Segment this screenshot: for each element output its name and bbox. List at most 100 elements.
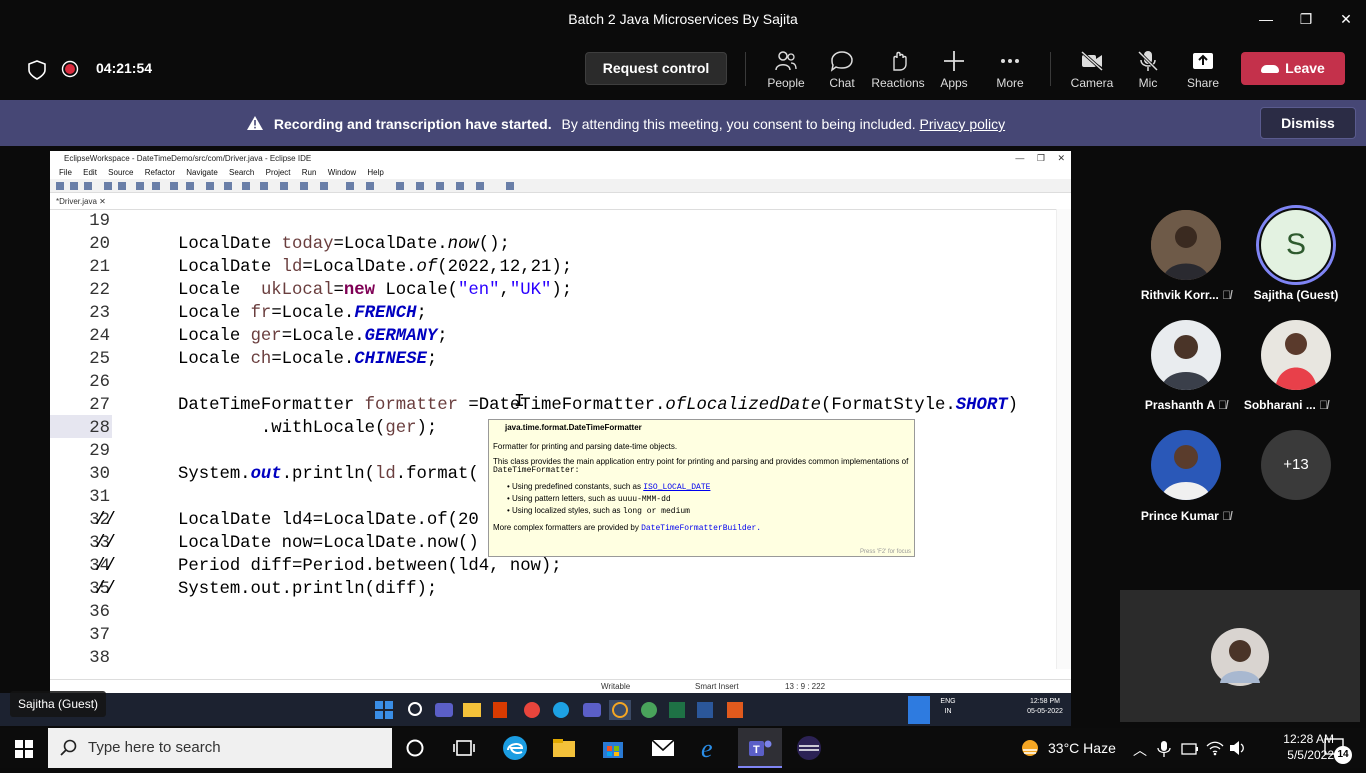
code-line: // LocalDate ld4=LocalDate.of(20 <box>95 511 479 530</box>
edge-icon[interactable] <box>502 735 528 766</box>
dismiss-button[interactable]: Dismiss <box>1260 107 1356 139</box>
more-button[interactable]: More <box>982 48 1038 92</box>
mic-muted-icon: 🎙̸ <box>1222 509 1232 523</box>
mic-muted-icon: 🎙̸ <box>1319 398 1329 412</box>
text-cursor-icon: I <box>514 392 525 412</box>
menu-help[interactable]: Help <box>367 168 383 177</box>
line-number: 26 <box>89 373 110 392</box>
eclipse-window-controls[interactable]: — ❐ ✕ <box>985 151 1065 166</box>
avatar[interactable] <box>1261 320 1331 390</box>
more-icon <box>1001 59 1019 63</box>
tooltip-title: java.time.format.DateTimeFormatter <box>505 423 642 432</box>
phone-hangup-icon <box>1261 65 1280 74</box>
menu-project[interactable]: Project <box>266 168 291 177</box>
reactions-icon <box>893 51 907 71</box>
people-button[interactable]: People <box>758 48 814 92</box>
recording-icon <box>61 60 79 83</box>
share-button[interactable]: Share <box>1175 48 1231 92</box>
task-view-icon[interactable] <box>453 738 475 763</box>
code-line: Locale fr=Locale.FRENCH; <box>95 304 427 323</box>
tooltip-link[interactable]: ISO_LOCAL_DATE <box>643 483 710 492</box>
mic-icon[interactable] <box>1157 740 1171 763</box>
avatar[interactable]: S <box>1261 210 1331 280</box>
editor-tab[interactable]: *Driver.java ✕ <box>50 194 1071 210</box>
window-title: Batch 2 Java Microservices By Sajita <box>568 11 798 27</box>
request-control-button[interactable]: Request control <box>585 52 727 85</box>
mic-muted-icon: 🎙̸ <box>1222 288 1232 302</box>
reactions-button[interactable]: Reactions <box>870 48 926 92</box>
line-number: 31 <box>89 488 110 507</box>
avatar[interactable] <box>1151 210 1221 280</box>
language-indicator[interactable]: ENG IN <box>940 697 956 717</box>
presenter-label: Sajitha (Guest) <box>10 691 107 717</box>
teams-taskbar-button[interactable]: T <box>738 728 782 768</box>
divider <box>1050 52 1051 86</box>
leave-button[interactable]: Leave <box>1241 52 1345 85</box>
people-icon <box>775 51 797 71</box>
tooltip-link[interactable]: DateTimeFormatterBuilder. <box>641 524 761 533</box>
avatar[interactable] <box>1151 430 1221 500</box>
mic-off-icon <box>1137 50 1159 72</box>
camera-button[interactable]: Camera <box>1064 48 1120 92</box>
warning-icon <box>246 116 274 132</box>
mail-icon[interactable] <box>651 738 675 763</box>
code-line: Locale ger=Locale.GERMANY; <box>95 327 448 346</box>
mic-indicator-icon[interactable] <box>908 696 930 724</box>
weather-icon <box>1020 738 1040 763</box>
tooltip-text: This class provides the main application… <box>493 457 909 466</box>
code-line: // System.out.println(diff); <box>95 580 438 599</box>
line-number: 36 <box>89 603 110 622</box>
mic-button[interactable]: Mic <box>1120 48 1176 92</box>
chat-button[interactable]: Chat <box>814 48 870 92</box>
store-icon[interactable] <box>601 736 625 765</box>
maximize-button[interactable]: ❐ <box>1286 0 1326 38</box>
menu-window[interactable]: Window <box>328 168 356 177</box>
menu-search[interactable]: Search <box>229 168 254 177</box>
code-line: Locale ch=Locale.CHINESE; <box>95 350 438 369</box>
eclipse-title: EclipseWorkspace - DateTimeDemo/src/com/… <box>64 154 312 163</box>
menu-run[interactable]: Run <box>302 168 317 177</box>
line-number: 19 <box>89 212 110 231</box>
participant-name: Sajitha (Guest) <box>1253 288 1339 302</box>
javadoc-tooltip[interactable]: java.time.format.DateTimeFormatter Forma… <box>488 419 915 557</box>
file-explorer-icon[interactable] <box>552 738 576 763</box>
camera-off-icon <box>1080 50 1104 72</box>
banner-title: Recording and transcription have started… <box>273 116 552 132</box>
code-line: LocalDate today=LocalDate.now(); <box>95 235 510 254</box>
apps-icon <box>944 51 964 71</box>
battery-icon[interactable] <box>1181 742 1199 761</box>
eclipse-toolbar[interactable] <box>50 179 1071 193</box>
wifi-icon[interactable] <box>1206 740 1224 761</box>
minimize-button[interactable]: — <box>1246 0 1286 38</box>
shield-icon[interactable] <box>27 60 47 85</box>
line-number: 29 <box>89 442 110 461</box>
more-participants-button[interactable]: +13 <box>1261 430 1331 500</box>
menu-edit[interactable]: Edit <box>83 168 97 177</box>
shared-clock: 12:58 PM 05-05-2022 <box>1027 698 1063 715</box>
editor-scrollbar[interactable] <box>1056 209 1071 669</box>
eclipse-status-bar: Writable Smart Insert 13 : 9 : 222 <box>50 679 1071 693</box>
taskbar-search-input[interactable]: Type here to search <box>48 728 392 768</box>
weather-text[interactable]: 33°C Haze <box>1048 740 1116 756</box>
banner-message: By attending this meeting, you consent t… <box>561 116 916 132</box>
menu-navigate[interactable]: Navigate <box>186 168 218 177</box>
chevron-up-icon[interactable]: ︿ <box>1133 740 1147 760</box>
cortana-icon[interactable] <box>405 738 425 763</box>
close-button[interactable]: ✕ <box>1326 0 1366 38</box>
privacy-policy-link[interactable]: Privacy policy <box>920 116 1006 132</box>
eclipse-icon[interactable] <box>796 735 822 766</box>
shared-taskbar: ENG IN 12:58 PM 05-05-2022 <box>0 693 1071 726</box>
windows-start-icon[interactable] <box>15 740 33 763</box>
volume-icon[interactable] <box>1229 740 1247 761</box>
chat-icon <box>830 51 853 72</box>
apps-button[interactable]: Apps <box>926 48 982 92</box>
menu-refactor[interactable]: Refactor <box>145 168 175 177</box>
self-view[interactable] <box>1120 590 1360 722</box>
avatar[interactable] <box>1151 320 1221 390</box>
line-number: 37 <box>89 626 110 645</box>
divider <box>745 52 746 86</box>
ie-icon[interactable]: e <box>698 734 724 766</box>
tooltip-text: Formatter for printing and parsing date-… <box>493 442 678 451</box>
menu-file[interactable]: File <box>59 168 72 177</box>
menu-source[interactable]: Source <box>108 168 133 177</box>
